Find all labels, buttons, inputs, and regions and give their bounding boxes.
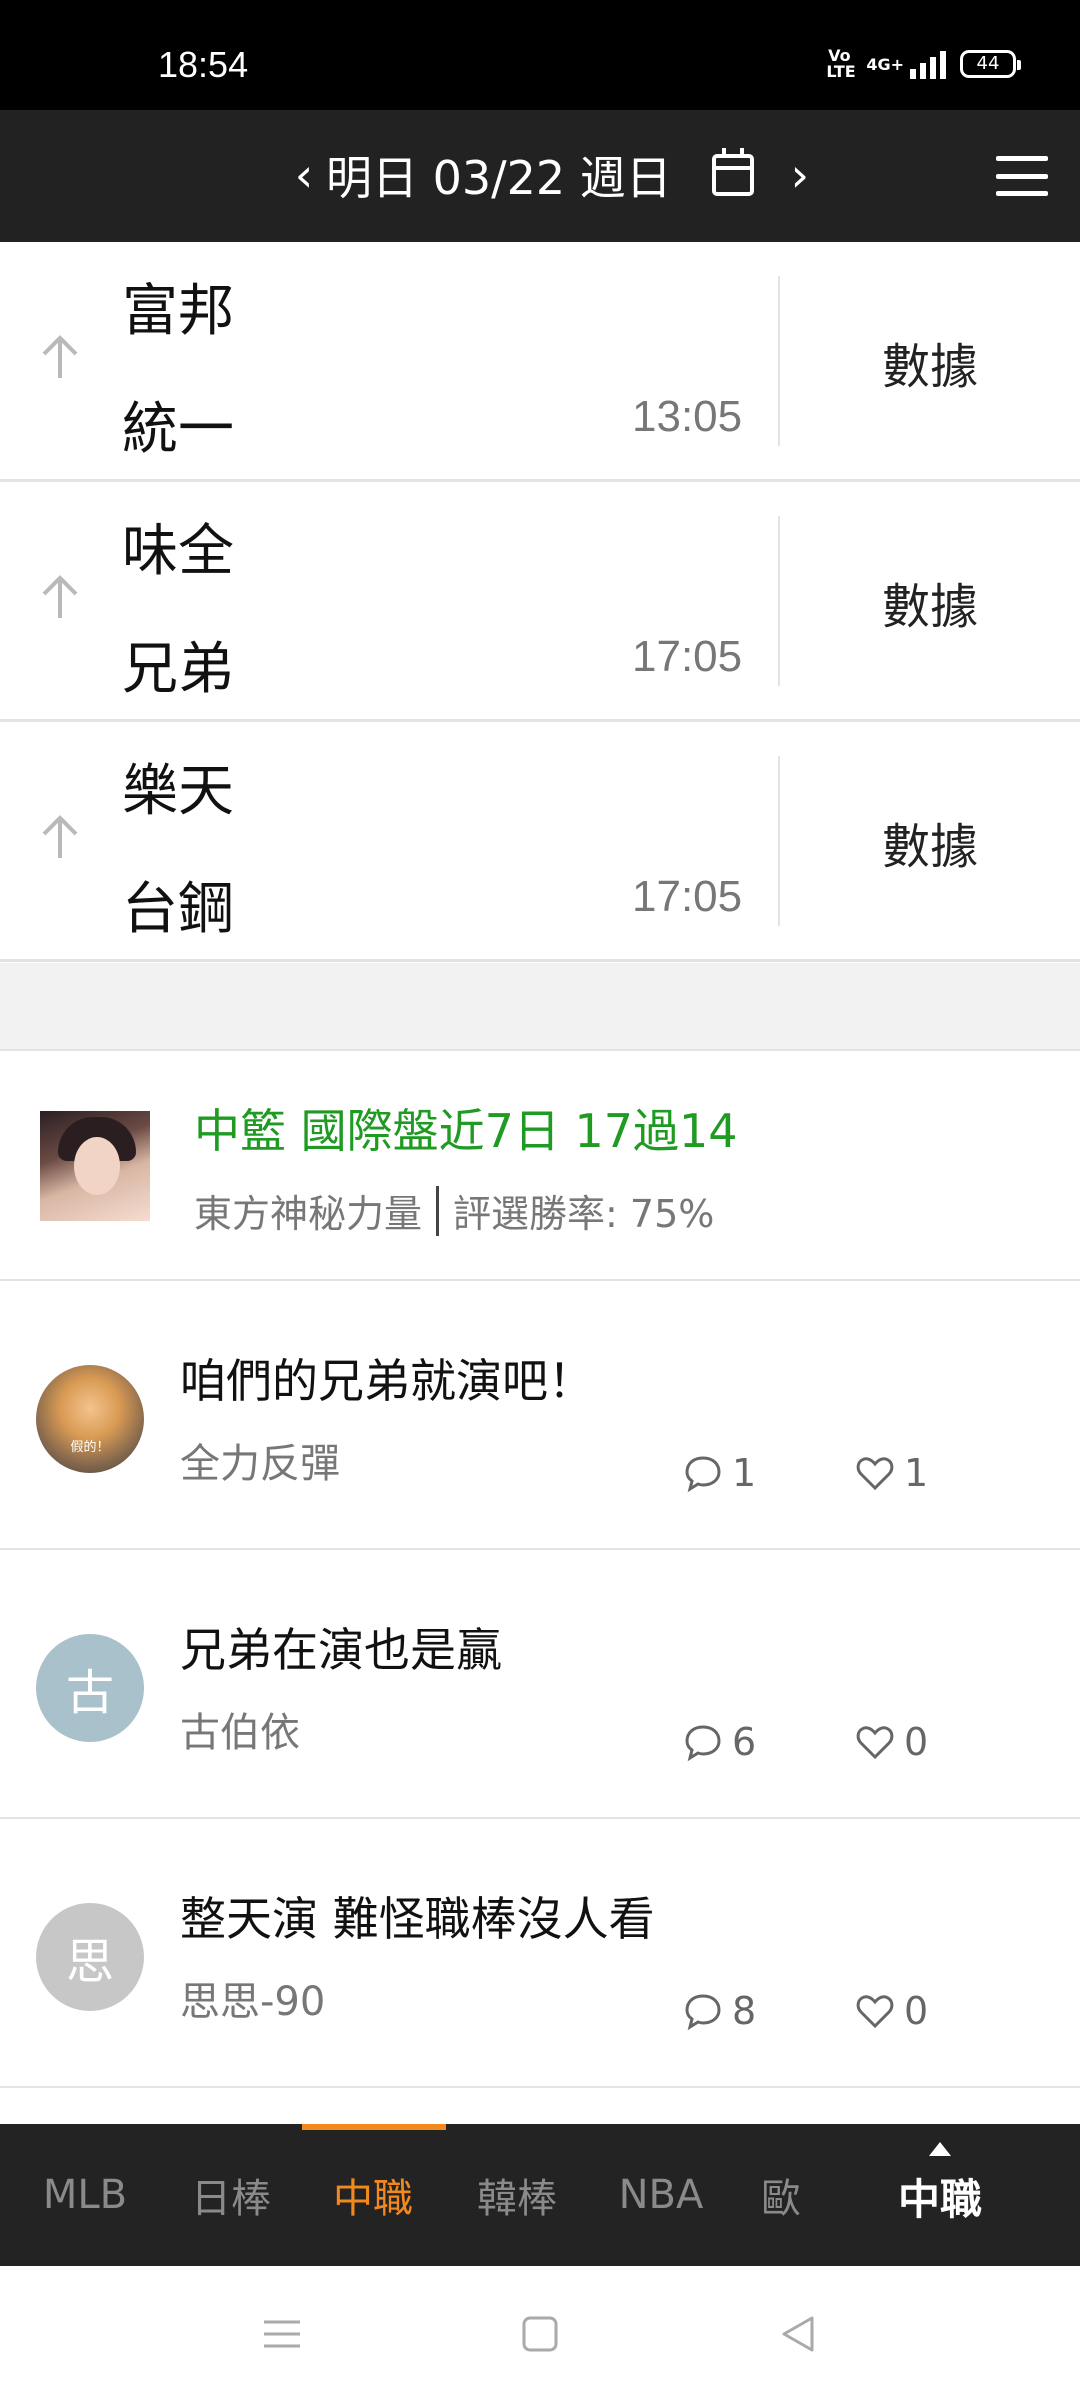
team-home: 樂天 — [122, 759, 234, 824]
date-selector: ‹ 明日 03/22 週日 › — [286, 140, 818, 210]
game-row[interactable]: 味全 兄弟 17:05 數據 — [0, 482, 1080, 722]
avatar[interactable]: 假的！ — [36, 1365, 144, 1473]
arrow-up-icon — [42, 815, 78, 858]
post-author: 古伯依 — [180, 1710, 300, 1756]
tab-kbo[interactable]: 韓棒 — [454, 2124, 580, 2266]
avatar[interactable]: 思 — [36, 1903, 144, 2011]
tab-nba[interactable]: NBA — [598, 2124, 724, 2266]
heart-icon — [856, 1995, 894, 2029]
promo-author: 東方神秘力量 — [194, 1192, 423, 1236]
like-count-value: 0 — [904, 1989, 929, 2033]
game-time: 13:05 — [632, 392, 743, 441]
post-author: 思思-90 — [180, 1979, 326, 2025]
comment-count-value: 1 — [732, 1451, 757, 1495]
divider — [436, 1185, 440, 1236]
current-league-label: 中職 — [897, 2175, 982, 2224]
post-item[interactable]: 假的！ 咱們的兄弟就演吧！ 全力反彈 1 1 — [0, 1281, 1080, 1550]
post-title[interactable]: 兄弟在演也是贏 — [180, 1614, 502, 1680]
like-count[interactable]: 0 — [854, 1989, 928, 2033]
status-time: 18:54 — [158, 44, 249, 85]
current-league-switcher[interactable]: 中職 — [880, 2140, 1000, 2260]
promo-headline[interactable]: 中籃 國際盤近7日 17過14 — [194, 1095, 738, 1161]
status-bar: 18:54 Vo LTE 4G+ 44 — [0, 0, 1080, 110]
next-day-button[interactable]: › — [782, 140, 818, 210]
league-tab-bar: MLB 日棒 中職 韓棒 NBA 歐 中職 — [0, 2124, 1080, 2266]
games-list: 富邦 統一 13:05 數據 味全 兄弟 17:05 數據 樂天 台鋼 17:0… — [0, 242, 1080, 962]
team-home: 味全 — [122, 519, 234, 584]
stats-button[interactable]: 數據 — [780, 722, 1080, 962]
arrow-up-icon — [42, 335, 78, 378]
win-rate: 評選勝率: 75% — [453, 1192, 715, 1236]
comment-count-value: 6 — [732, 1720, 757, 1764]
avatar-tag: 假的！ — [70, 1440, 110, 1455]
system-nav-bar — [0, 2266, 1080, 2400]
post-title[interactable]: 咱們的兄弟就演吧！ — [180, 1345, 594, 1411]
team-away: 兄弟 — [122, 637, 234, 702]
volte-icon: Vo LTE — [826, 46, 856, 81]
post-item[interactable]: 古 兄弟在演也是贏 古伯依 6 0 — [0, 1550, 1080, 1819]
top-nav: ‹ 明日 03/22 週日 › — [0, 110, 1080, 242]
signal-icon — [910, 49, 946, 79]
like-count[interactable]: 0 — [854, 1720, 928, 1764]
section-spacer — [0, 963, 1080, 1051]
game-time: 17:05 — [632, 632, 743, 681]
tab-cpbl[interactable]: 中職 — [310, 2124, 436, 2266]
stats-button[interactable]: 數據 — [780, 242, 1080, 482]
back-icon[interactable] — [776, 2312, 820, 2356]
tab-mlb[interactable]: MLB — [22, 2124, 148, 2266]
game-time: 17:05 — [632, 872, 743, 921]
like-count-value: 0 — [904, 1720, 929, 1764]
promo-meta: 東方神秘力量 評選勝率: 75% — [194, 1183, 714, 1238]
date-label[interactable]: 明日 03/22 週日 — [326, 142, 672, 208]
calendar-icon[interactable] — [711, 148, 754, 196]
comment-count[interactable]: 1 — [682, 1451, 756, 1495]
heart-icon — [856, 1726, 894, 1760]
comment-icon — [685, 1725, 721, 1762]
team-away: 統一 — [122, 397, 234, 462]
comment-count[interactable]: 6 — [682, 1720, 756, 1764]
post-author: 全力反彈 — [180, 1441, 340, 1487]
like-count[interactable]: 1 — [854, 1451, 928, 1495]
comment-icon — [685, 1994, 721, 2031]
post-title[interactable]: 整天演 難怪職棒沒人看 — [180, 1883, 655, 1949]
recent-apps-icon[interactable] — [260, 2312, 304, 2356]
avatar-initial: 思 — [65, 1934, 114, 1990]
game-row[interactable]: 樂天 台鋼 17:05 數據 — [0, 722, 1080, 962]
avatar-initial: 古 — [65, 1665, 114, 1721]
network-type: 4G+ — [866, 54, 904, 74]
prev-day-button[interactable]: ‹ — [286, 140, 322, 210]
home-icon[interactable] — [518, 2312, 562, 2356]
comment-icon — [685, 1456, 721, 1493]
heart-icon — [856, 1457, 894, 1491]
like-count-value: 1 — [904, 1451, 929, 1495]
team-home: 富邦 — [122, 279, 234, 344]
team-away: 台鋼 — [122, 877, 234, 942]
comment-count-value: 8 — [732, 1989, 757, 2033]
battery-icon: 44 — [960, 50, 1021, 78]
caret-up-icon — [929, 2142, 951, 2156]
post-item[interactable]: 思 整天演 難怪職棒沒人看 思思-90 8 0 — [0, 1819, 1080, 2088]
arrow-up-icon — [42, 575, 78, 618]
comment-count[interactable]: 8 — [682, 1989, 756, 2033]
author-avatar[interactable] — [40, 1111, 150, 1221]
stats-button[interactable]: 數據 — [780, 482, 1080, 722]
tab-euro[interactable]: 歐 — [746, 2124, 816, 2266]
promo-card[interactable]: 中籃 國際盤近7日 17過14 東方神秘力量 評選勝率: 75% — [0, 1051, 1080, 1281]
game-row[interactable]: 富邦 統一 13:05 數據 — [0, 242, 1080, 482]
posts-list: 假的！ 咱們的兄弟就演吧！ 全力反彈 1 1 古 兄弟在演也是贏 古伯依 6 0… — [0, 1281, 1080, 2088]
menu-icon[interactable] — [996, 156, 1048, 196]
status-icons: Vo LTE 4G+ 44 — [826, 46, 1021, 81]
tab-npb[interactable]: 日棒 — [168, 2124, 294, 2266]
avatar[interactable]: 古 — [36, 1634, 144, 1742]
